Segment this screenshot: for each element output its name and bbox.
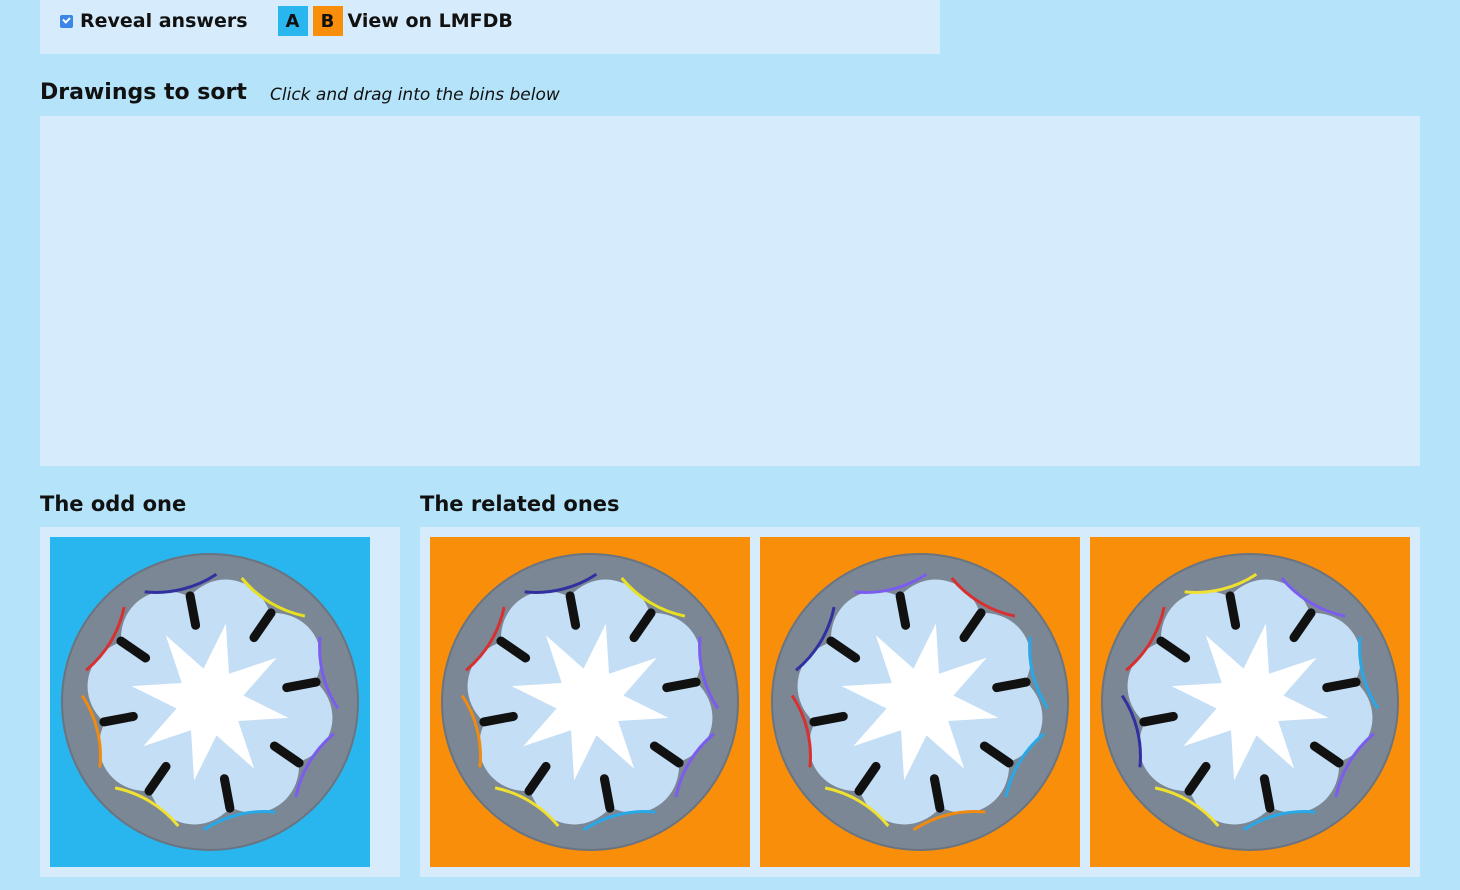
badge-b: B: [312, 6, 343, 36]
branch: [1322, 677, 1361, 693]
branch: [662, 677, 701, 693]
related-ones-heading: The related ones: [420, 492, 620, 516]
branch: [1139, 711, 1178, 727]
branch: [1225, 591, 1241, 630]
branch: [992, 677, 1031, 693]
branch: [929, 774, 945, 813]
branch: [219, 774, 235, 813]
branch: [895, 591, 911, 630]
branch: [599, 774, 615, 813]
branch: [565, 591, 581, 630]
sort-hint: Click and drag into the bins below: [270, 85, 560, 105]
odd-one-bin[interactable]: [40, 527, 400, 877]
sort-drop-area[interactable]: [40, 116, 1420, 466]
related-ones-bin[interactable]: [420, 527, 1420, 877]
branch: [99, 711, 138, 727]
drawing-card[interactable]: [1090, 537, 1410, 867]
drawing-card[interactable]: [430, 537, 750, 867]
drawing-card[interactable]: [760, 537, 1080, 867]
branch: [1259, 774, 1275, 813]
branch: [809, 711, 848, 727]
reveal-answers-label[interactable]: Reveal answers: [80, 10, 248, 32]
branch: [185, 591, 201, 630]
view-on-lmfdb-link[interactable]: View on LMFDB: [348, 10, 513, 32]
toolbar: Reveal answers A B View on LMFDB: [40, 0, 940, 54]
badge-a: A: [277, 6, 308, 36]
odd-one-heading: The odd one: [40, 492, 187, 516]
branch: [479, 711, 518, 727]
drawing-card[interactable]: [50, 537, 370, 867]
branch: [282, 677, 321, 693]
reveal-answers-checkbox[interactable]: [60, 14, 73, 28]
drawings-to-sort-heading: Drawings to sort: [40, 80, 247, 105]
